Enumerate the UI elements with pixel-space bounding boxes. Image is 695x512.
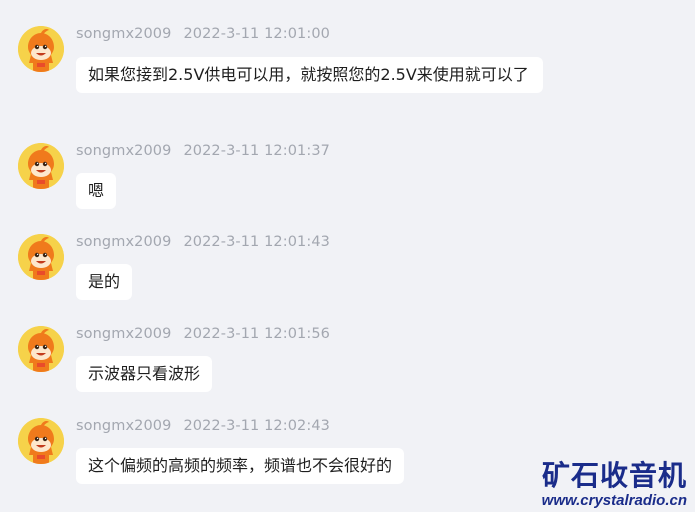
timestamp: 2022-3-11 12:01:00 (183, 26, 331, 42)
watermark-url: www.crystalradio.cn (541, 492, 687, 509)
user-avatar-icon[interactable] (18, 26, 64, 72)
user-avatar-icon[interactable] (18, 234, 64, 280)
username[interactable]: songmx2009 (76, 26, 171, 42)
message-bubble: 这个偏频的高频的频率，频谱也不会很好的 (76, 448, 405, 484)
chat-log: songmx2009 2022-3-11 12:01:00 如果您接到2.5V供电… (0, 0, 695, 512)
message-meta: songmx2009 2022-3-11 12:02:43 (76, 418, 330, 434)
user-avatar-icon[interactable] (18, 326, 64, 372)
timestamp: 2022-3-11 12:01:43 (183, 234, 331, 250)
username[interactable]: songmx2009 (76, 234, 171, 250)
username[interactable]: songmx2009 (76, 143, 171, 159)
timestamp: 2022-3-11 12:02:43 (183, 418, 331, 434)
user-avatar-icon[interactable] (18, 418, 64, 464)
user-avatar-icon[interactable] (18, 143, 64, 189)
message-bubble: 嗯 (76, 173, 117, 209)
message-meta: songmx2009 2022-3-11 12:01:00 (76, 26, 330, 42)
timestamp: 2022-3-11 12:01:37 (183, 143, 331, 159)
watermark-title: 矿石收音机 (541, 460, 687, 491)
message-bubble: 示波器只看波形 (76, 356, 213, 392)
timestamp: 2022-3-11 12:01:56 (183, 326, 331, 342)
message-bubble: 是的 (76, 264, 133, 300)
message-meta: songmx2009 2022-3-11 12:01:56 (76, 326, 330, 342)
site-watermark: 矿石收音机 www.crystalradio.cn (542, 460, 687, 510)
username[interactable]: songmx2009 (76, 418, 171, 434)
message-bubble: 如果您接到2.5V供电可以用，就按照您的2.5V来使用就可以了 (76, 57, 543, 93)
message-meta: songmx2009 2022-3-11 12:01:37 (76, 143, 330, 159)
message-meta: songmx2009 2022-3-11 12:01:43 (76, 234, 330, 250)
username[interactable]: songmx2009 (76, 326, 171, 342)
